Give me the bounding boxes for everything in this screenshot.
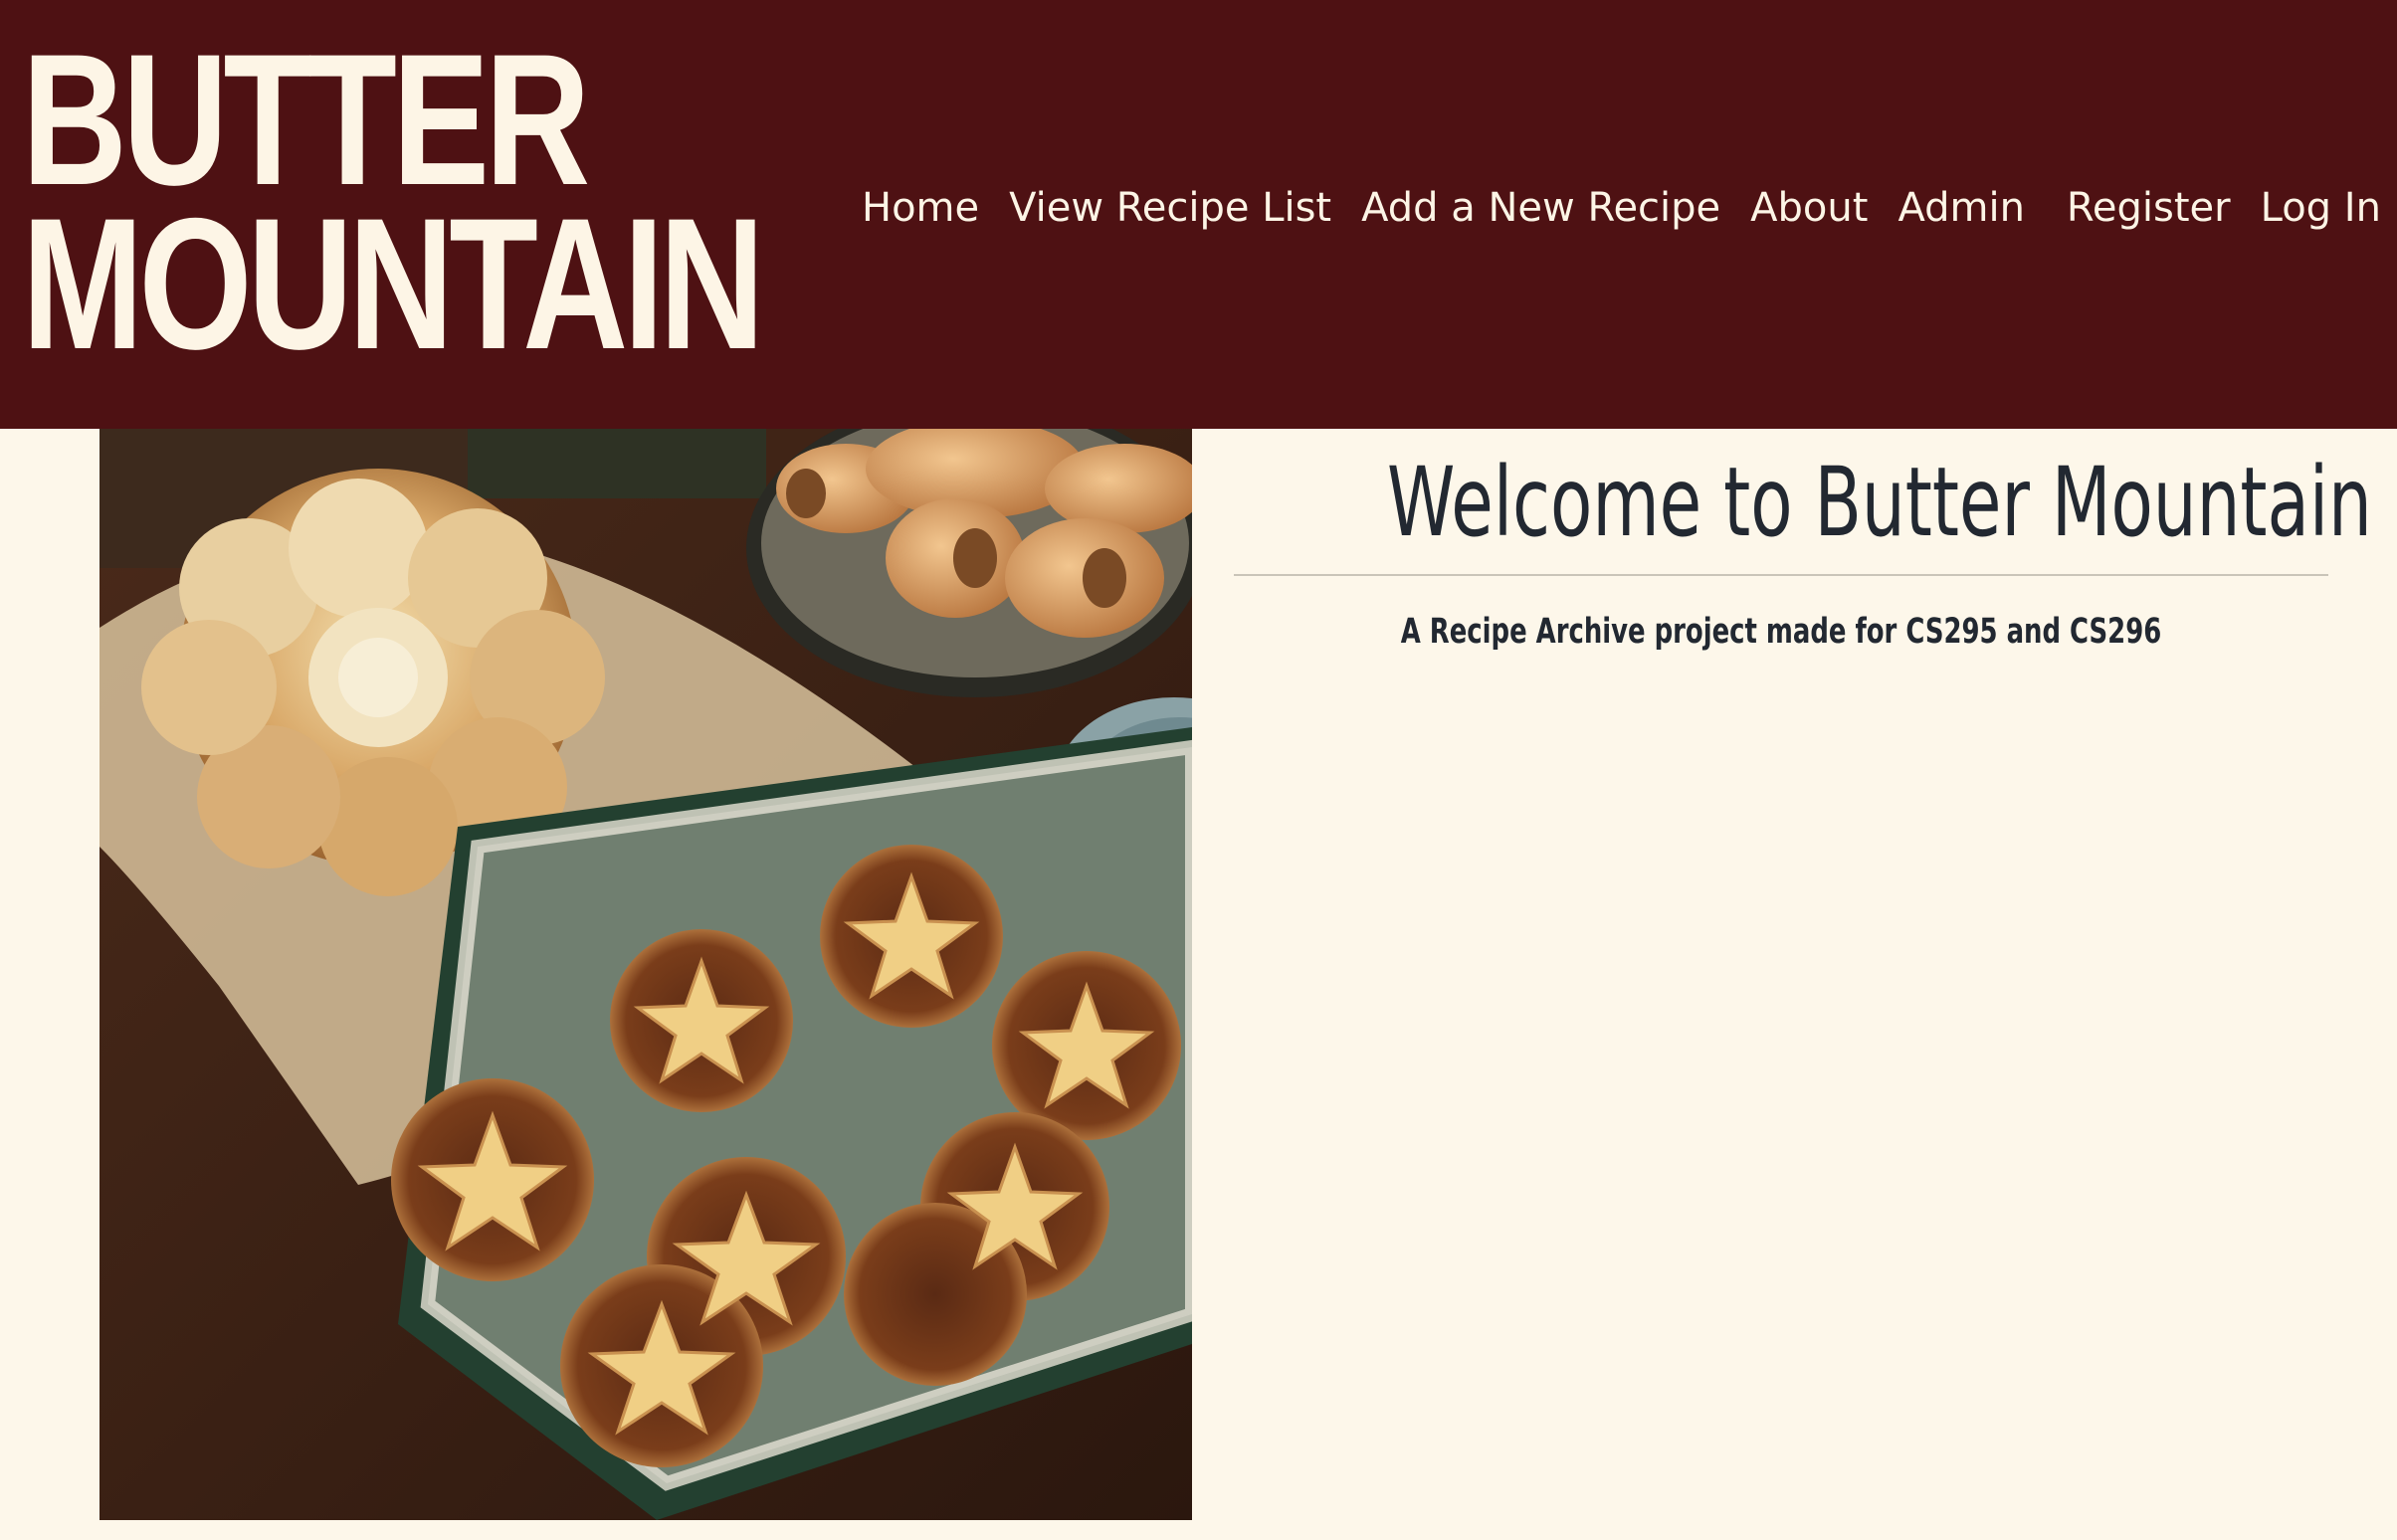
main-nav: Home View Recipe List Add a New Recipe A… [862, 185, 2381, 231]
nav-view-recipe-list-link[interactable]: View Recipe List [1009, 185, 1331, 231]
welcome-section: Welcome to Butter Mountain A Recipe Arch… [1234, 429, 2372, 652]
page-title: Welcome to Butter Mountain [1387, 447, 2372, 558]
site-header: BUTTER MOUNTAIN Home View Recipe List Ad… [0, 0, 2397, 429]
nav-admin-link[interactable]: Admin [1898, 185, 2024, 231]
pastries-photo [100, 429, 1192, 1520]
nav-register-link[interactable]: Register [2067, 185, 2231, 231]
logo-line-1: BUTTER [22, 15, 590, 224]
nav-add-recipe-link[interactable]: Add a New Recipe [1361, 185, 1720, 231]
nav-home-link[interactable]: Home [862, 185, 979, 231]
nav-login-link[interactable]: Log In [2261, 185, 2381, 231]
logo-line-2: MOUNTAIN [22, 179, 764, 389]
site-logo[interactable]: BUTTER MOUNTAIN [22, 15, 764, 389]
page-subtitle: A Recipe Archive project made for CS295 … [1400, 612, 2162, 652]
title-divider [1234, 574, 2328, 576]
nav-about-link[interactable]: About [1750, 185, 1868, 231]
